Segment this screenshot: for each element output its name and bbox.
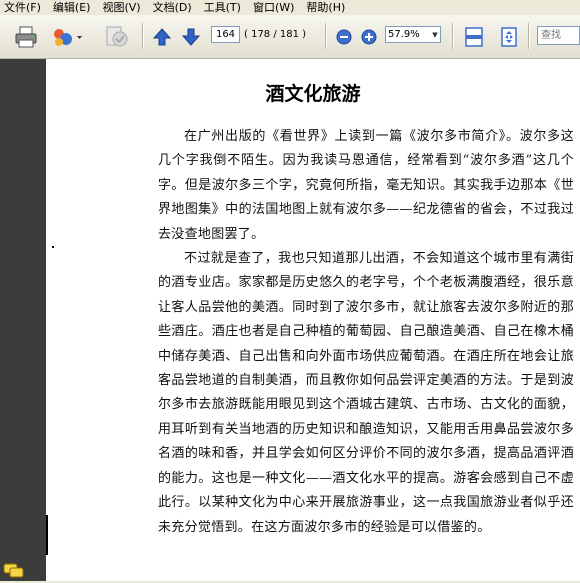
previous-page-icon — [152, 27, 172, 45]
menu-bar: 文件(F) 编辑(E) 视图(V) 文档(D) 工具(T) 窗口(W) 帮助(H… — [0, 0, 580, 15]
print-button[interactable] — [13, 15, 39, 58]
fit-width-icon — [465, 26, 483, 47]
share-button[interactable] — [50, 15, 86, 58]
document-title: 酒文化旅游 — [265, 83, 361, 105]
next-page-button[interactable] — [180, 15, 202, 58]
zoom-select[interactable]: 57.9% ▼ — [385, 26, 441, 43]
document-body: 在广州出版的《看世界》上读到一篇《波尔多市简介》。波尔多这几个字我倒不陌生。因为… — [158, 125, 574, 540]
document-page: 酒文化旅游 在广州出版的《看世界》上读到一篇《波尔多市简介》。波尔多这几个字我倒… — [46, 59, 580, 581]
paragraph: 不过就是查了，我也只知道那儿出酒，不会知道这个城市里有满街的酒专业店。家家都是历… — [158, 251, 574, 535]
print-icon — [15, 26, 37, 47]
review-button[interactable] — [103, 15, 131, 58]
zoom-in-button[interactable] — [360, 15, 378, 58]
toolbar: ( 178 / 181 ) 57.9% ▼ — [0, 15, 580, 59]
zoom-value: 57.9% — [388, 29, 420, 40]
menu-tools[interactable]: 工具(T) — [198, 0, 247, 15]
next-page-icon — [181, 28, 201, 46]
navigation-panel — [0, 59, 46, 581]
zoom-out-icon — [336, 29, 352, 44]
search-input[interactable] — [537, 26, 580, 45]
page-edge-marker — [46, 515, 48, 555]
fit-width-button[interactable] — [463, 15, 485, 58]
share-icon — [54, 28, 82, 46]
review-icon — [106, 26, 128, 46]
menu-window[interactable]: 窗口(W) — [247, 0, 300, 15]
previous-page-button[interactable] — [151, 15, 173, 58]
fit-page-icon — [501, 26, 517, 47]
page-number-input[interactable] — [211, 26, 240, 43]
page-marker — [52, 246, 54, 248]
zoom-in-icon — [361, 29, 377, 44]
chevron-down-icon: ▼ — [432, 30, 438, 39]
comment-button[interactable] — [3, 563, 25, 583]
zoom-out-button[interactable] — [335, 15, 353, 58]
menu-file[interactable]: 文件(F) — [0, 0, 47, 15]
menu-view[interactable]: 视图(V) — [96, 0, 146, 15]
menu-edit[interactable]: 编辑(E) — [47, 0, 97, 15]
page-total: ( 178 / 181 ) — [244, 29, 307, 40]
comment-icon — [3, 563, 24, 578]
paragraph: 在广州出版的《看世界》上读到一篇《波尔多市简介》。波尔多这几个字我倒不陌生。因为… — [158, 129, 574, 242]
menu-help[interactable]: 帮助(H) — [300, 0, 351, 15]
menu-document[interactable]: 文档(D) — [147, 0, 198, 15]
fit-page-button[interactable] — [498, 15, 520, 58]
